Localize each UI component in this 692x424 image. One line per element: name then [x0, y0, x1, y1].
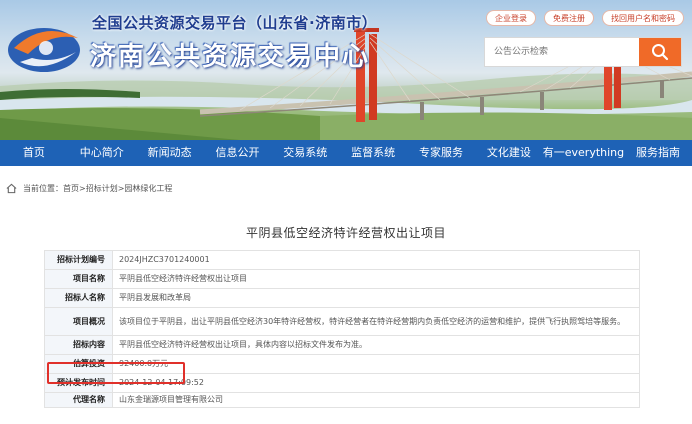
- register-link[interactable]: 免费注册: [544, 10, 594, 26]
- nav-item-disclosure[interactable]: 信息公开: [204, 140, 272, 166]
- row-label: 预计发布时间: [44, 373, 113, 393]
- table-row: 代理名称 山东金瑞源项目管理有限公司: [44, 392, 640, 408]
- row-label: 招标计划编号: [44, 250, 113, 270]
- table-row: 招标人名称 平阴县发展和改革局: [44, 288, 640, 308]
- breadcrumb: 当前位置：首页>招标计划>园林绿化工程: [6, 183, 172, 194]
- search-button[interactable]: [639, 38, 681, 66]
- nav-item-news[interactable]: 新闻动态: [136, 140, 204, 166]
- row-value: 2024JHZC3701240001: [112, 250, 640, 270]
- row-label: 代理名称: [44, 392, 113, 408]
- row-value: 平阴县低空经济特许经营权出让项目，具体内容以招标文件发布为准。: [112, 335, 640, 355]
- row-value: 该项目位于平阴县，出让平阴县低空经济30年特许经营权，特许经营者在特许经营期内负…: [112, 307, 640, 336]
- logo-icon: [8, 28, 80, 72]
- row-value: 平阴县低空经济特许经营权出让项目: [112, 269, 640, 289]
- row-label: 招标内容: [44, 335, 113, 355]
- table-row: 招标内容 平阴县低空经济特许经营权出让项目，具体内容以招标文件发布为准。: [44, 335, 640, 355]
- main-nav: 首页 中心简介 新闻动态 信息公开 交易系统 监督系统 专家服务 文化建设 有一…: [0, 140, 692, 166]
- table-row: 项目概况 该项目位于平阴县，出让平阴县低空经济30年特许经营权，特许经营者在特许…: [44, 307, 640, 336]
- row-label: 估算投资: [44, 354, 113, 374]
- nav-item-about[interactable]: 中心简介: [68, 140, 136, 166]
- nav-item-supervision[interactable]: 监督系统: [339, 140, 407, 166]
- breadcrumb-text[interactable]: 当前位置：首页>招标计划>园林绿化工程: [23, 183, 172, 194]
- row-value: 2024-12-04 17:09:52: [112, 373, 640, 393]
- nav-item-culture[interactable]: 文化建设: [475, 140, 543, 166]
- nav-item-expert-service[interactable]: 专家服务: [407, 140, 475, 166]
- table-row: 项目名称 平阴县低空经济特许经营权出让项目: [44, 269, 640, 289]
- row-value: 山东金瑞源项目管理有限公司: [112, 392, 640, 408]
- table-row: 估算投资 92400.0万元: [44, 354, 640, 374]
- row-label: 招标人名称: [44, 288, 113, 308]
- nav-item-trading-system[interactable]: 交易系统: [271, 140, 339, 166]
- row-value: 92400.0万元: [112, 354, 640, 374]
- login-link[interactable]: 企业登录: [486, 10, 536, 26]
- table-row: 预计发布时间 2024-12-04 17:09:52: [44, 373, 640, 393]
- row-value: 平阴县发展和改革局: [112, 288, 640, 308]
- home-icon: [6, 183, 17, 194]
- table-row: 招标计划编号 2024JHZC3701240001: [44, 250, 640, 270]
- site-title: 济南公共资源交易中心: [90, 42, 371, 72]
- nav-item-home[interactable]: 首页: [0, 140, 68, 166]
- platform-title: 全国公共资源交易平台（山东省·济南市）: [92, 14, 378, 32]
- nav-item-service-guide[interactable]: 服务指南: [624, 140, 692, 166]
- row-label: 项目名称: [44, 269, 113, 289]
- search-input[interactable]: [485, 38, 639, 66]
- recover-account-link[interactable]: 找回用户名和密码: [602, 10, 684, 26]
- top-links: 企业登录 免费注册 找回用户名和密码: [486, 10, 684, 26]
- search-icon: [652, 44, 669, 61]
- row-label: 项目概况: [44, 307, 113, 336]
- header-banner: 全国公共资源交易平台（山东省·济南市） 济南公共资源交易中心 企业登录 免费注册…: [0, 0, 692, 140]
- page-title: 平阴县低空经济特许经营权出让项目: [245, 226, 446, 240]
- project-info-table: 招标计划编号 2024JHZC3701240001 项目名称 平阴县低空经济特许…: [44, 250, 640, 408]
- nav-item-one-thing[interactable]: 有一everything: [543, 140, 624, 166]
- search-box: [484, 37, 682, 67]
